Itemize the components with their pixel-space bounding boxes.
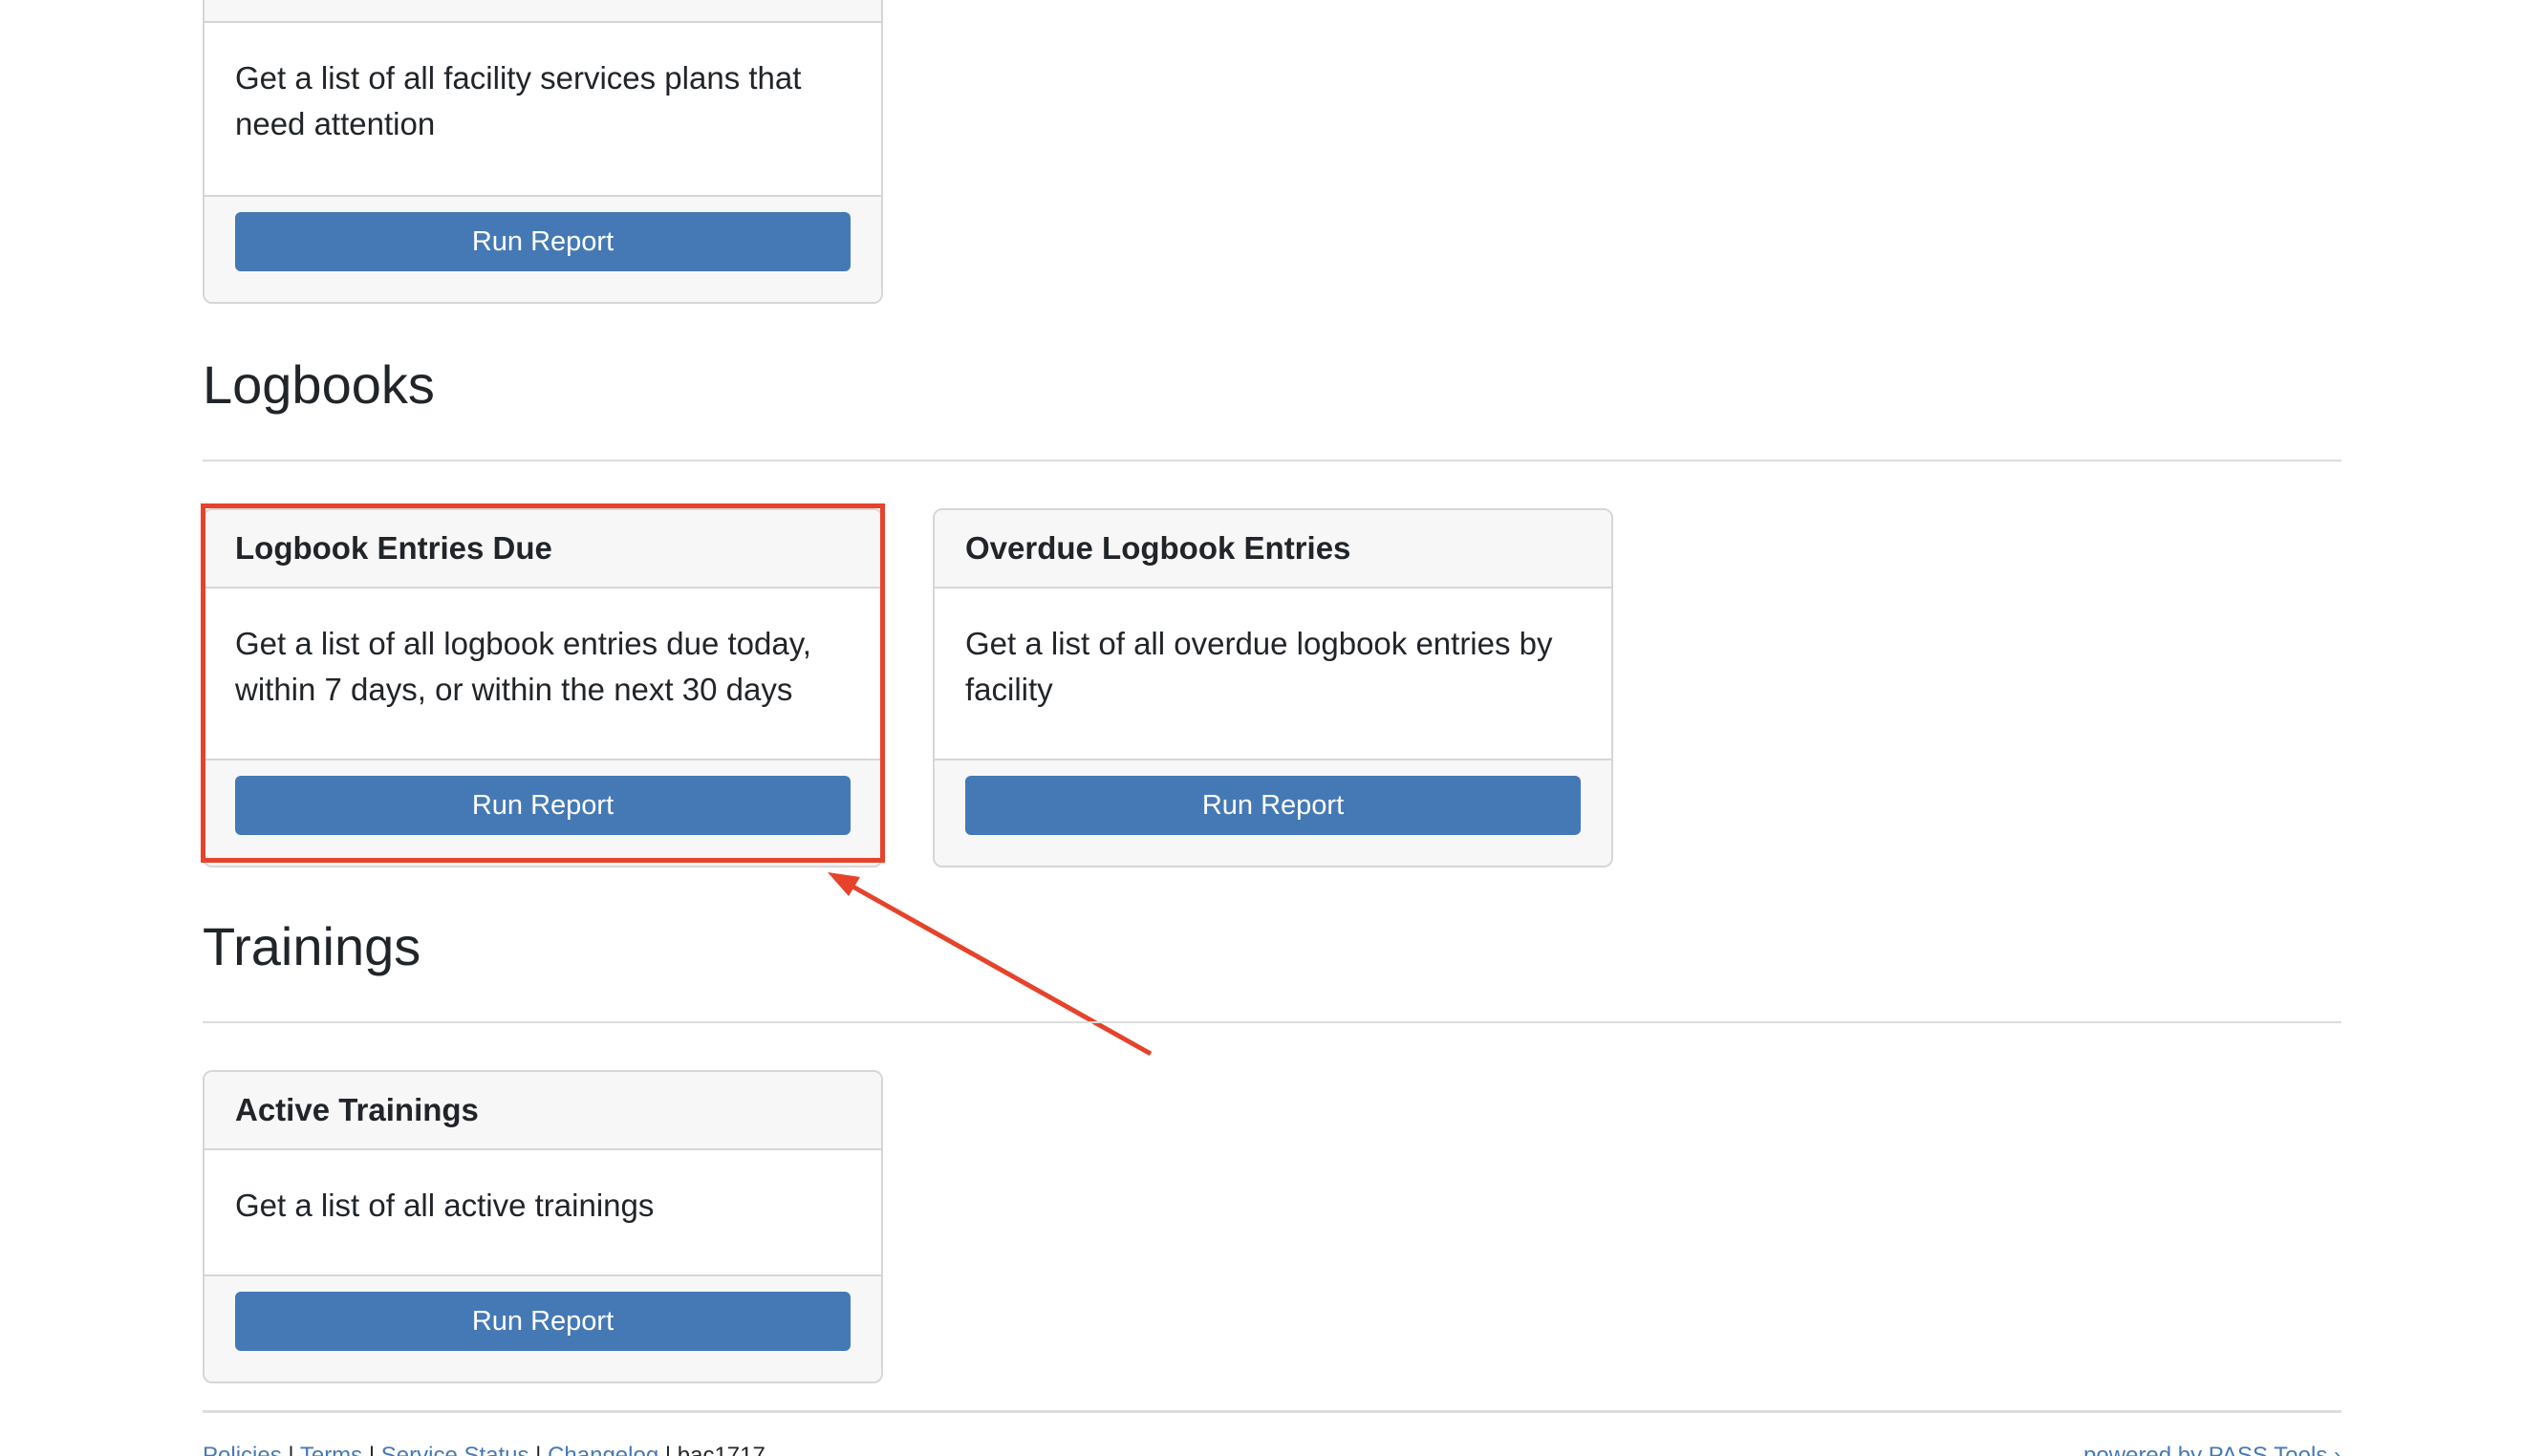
section-title-logbooks: Logbooks [203, 354, 435, 415]
separator: | [288, 1443, 300, 1456]
footer-divider [203, 1410, 2341, 1413]
powered-by-link[interactable]: powered by PASS Tools › [2083, 1443, 2341, 1456]
card-footer: Run Report [205, 1274, 881, 1381]
section-divider [203, 1021, 2341, 1023]
card-header [205, 0, 881, 23]
footer-link-service-status[interactable]: Service Status [381, 1443, 529, 1456]
card-title: Active Trainings [205, 1072, 881, 1150]
card-title: Overdue Logbook Entries [935, 510, 1611, 589]
chevron-right-icon: › [2334, 1443, 2341, 1456]
overdue-logbook-entries-card: Overdue Logbook Entries Get a list of al… [933, 508, 1613, 867]
facility-services-card: Get a list of all facility services plan… [203, 0, 883, 304]
separator: | [368, 1443, 381, 1456]
card-footer: Run Report [205, 759, 881, 866]
run-report-button[interactable]: Run Report [235, 212, 851, 271]
card-title: Logbook Entries Due [205, 510, 881, 589]
separator: | [535, 1443, 549, 1456]
active-trainings-card: Active Trainings Get a list of all activ… [203, 1070, 883, 1383]
separator: | [664, 1443, 678, 1456]
card-description: Get a list of all active trainings [235, 1188, 655, 1223]
logbook-entries-due-card: Logbook Entries Due Get a list of all lo… [203, 508, 883, 867]
card-description: Get a list of all facility services plan… [235, 60, 802, 141]
run-report-button[interactable]: Run Report [965, 776, 1581, 835]
footer-link-changelog[interactable]: Changelog [548, 1443, 658, 1456]
footer-username: bac1717 [677, 1443, 766, 1456]
card-description: Get a list of all logbook entries due to… [235, 626, 811, 707]
run-report-button[interactable]: Run Report [235, 1292, 851, 1351]
page: Get a list of all facility services plan… [0, 0, 2523, 1456]
card-footer: Run Report [205, 195, 881, 302]
footer-links: Policies | Terms | Service Status | Chan… [203, 1443, 766, 1456]
card-footer: Run Report [935, 759, 1611, 866]
powered-by-text: powered by PASS Tools [2083, 1443, 2328, 1456]
section-title-trainings: Trainings [203, 916, 421, 976]
footer-link-policies[interactable]: Policies [203, 1443, 282, 1456]
section-divider [203, 460, 2341, 461]
card-description: Get a list of all overdue logbook entrie… [965, 626, 1553, 707]
footer-link-terms[interactable]: Terms [300, 1443, 362, 1456]
run-report-button[interactable]: Run Report [235, 776, 851, 835]
